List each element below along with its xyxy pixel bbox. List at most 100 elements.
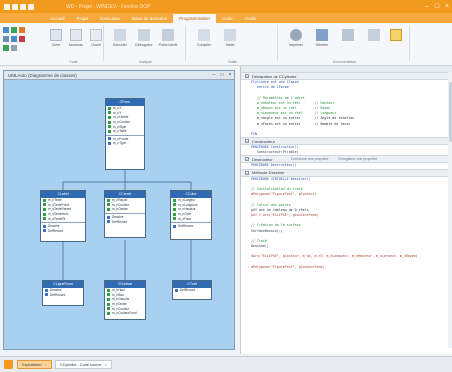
btn-creer[interactable]: Créer bbox=[46, 25, 66, 47]
code-section-header[interactable]: − Constructeur bbox=[241, 137, 452, 146]
code-line: dPolygone("FigureTest", gCouleurFond) bbox=[251, 264, 325, 269]
class-ccube[interactable]: CCube m_nLargeur m_nLongueur m_nHauteur … bbox=[170, 190, 212, 240]
class-name: CSurface bbox=[105, 281, 145, 288]
class-name: CCube bbox=[171, 191, 211, 198]
minimize-icon[interactable]: – bbox=[422, 0, 432, 13]
document-tabs-bar: Exploitation × CCylindre - Code source × bbox=[0, 356, 452, 372]
btn-compiler[interactable]: Compiler bbox=[194, 25, 214, 47]
tab-code[interactable]: Code bbox=[216, 14, 239, 23]
run-icon bbox=[114, 29, 126, 41]
diagram-minimize-icon[interactable]: – bbox=[210, 72, 218, 78]
class-csurface[interactable]: CSurface m_nHaut m_nBas m_nGauche m_nDro… bbox=[104, 280, 146, 320]
close-tab-icon[interactable]: × bbox=[104, 363, 106, 367]
diagram-window: UMLAuto (Diagramme de classes) – □ × CFo… bbox=[3, 70, 235, 350]
btn-highlight[interactable] bbox=[386, 25, 406, 43]
tab-outils[interactable]: Outils bbox=[239, 14, 263, 23]
diagram-canvas[interactable]: CForm m_nX m_nY m_nLibelle m_nCouleur m_… bbox=[4, 80, 234, 349]
add-icon[interactable] bbox=[11, 27, 17, 33]
btn-imprimer[interactable]: Imprimer bbox=[286, 25, 306, 47]
btn-extra-1[interactable] bbox=[338, 25, 358, 43]
class-method: DefRecord bbox=[105, 219, 145, 224]
ribbon-tabs: Accueil Projet Exécution Base de données… bbox=[0, 13, 452, 23]
undo-quick-icon[interactable] bbox=[20, 3, 26, 10]
class-ctrait[interactable]: CTrait DefRecord bbox=[172, 280, 212, 300]
window-title: WD - Projet - WINDEV - Fenêtre OOP bbox=[66, 3, 151, 10]
class-ccercle[interactable]: CCercle m_nRayon m_nCouleur m_nCentre De… bbox=[104, 190, 146, 238]
delete-icon[interactable] bbox=[19, 36, 25, 42]
code-scrollbar[interactable] bbox=[448, 72, 452, 348]
code-section-body[interactable]: PROCÉDURE Constructeur() Constructeur:Pr… bbox=[241, 145, 452, 155]
ribbon-group-documentation: Imprimer Générer Documentation bbox=[280, 25, 410, 64]
new-doc-icon bbox=[70, 29, 82, 41]
btn-generer[interactable]: Générer bbox=[312, 25, 332, 47]
class-method: DefRecord bbox=[43, 293, 83, 298]
ribbon-group-analyse: Exécuter Débogueur Point d'arrêt Analyse bbox=[106, 25, 186, 64]
menu-icon[interactable] bbox=[4, 360, 13, 369]
close-tab-icon[interactable]: × bbox=[45, 363, 47, 367]
ribbon-group-code: Créer Nouveau Ouvrir Code bbox=[44, 25, 106, 64]
search-icon[interactable] bbox=[3, 36, 9, 42]
scrollbar-thumb[interactable] bbox=[448, 82, 452, 142]
btn-debogueur[interactable]: Débogueur bbox=[134, 25, 154, 47]
check-icon[interactable] bbox=[3, 45, 9, 51]
btn-extra-2[interactable] bbox=[364, 25, 384, 43]
collapse-icon[interactable]: − bbox=[245, 139, 249, 144]
btn-ouvrir[interactable]: Ouvrir bbox=[86, 25, 106, 47]
folder-icon[interactable] bbox=[19, 27, 25, 33]
diagram-title: UMLAuto (Diagramme de classes) bbox=[8, 72, 77, 78]
open-icon bbox=[90, 29, 102, 41]
new-icon[interactable] bbox=[3, 27, 9, 33]
diagram-maximize-icon[interactable]: □ bbox=[218, 72, 226, 78]
settings-icon[interactable] bbox=[11, 45, 17, 51]
class-member: m_nFace bbox=[171, 216, 211, 221]
section-tab[interactable]: Construire une propriété bbox=[291, 157, 329, 161]
compile-icon bbox=[198, 29, 210, 41]
section-tab[interactable]: Enregistrer une propriété bbox=[338, 157, 377, 161]
doc-tab-exploitation[interactable]: Exploitation × bbox=[17, 360, 52, 369]
class-member: m_nCouleurFond bbox=[105, 311, 145, 316]
diagram-close-icon[interactable]: × bbox=[226, 72, 234, 78]
class-clignerond[interactable]: CLigneRond Dessine DefRecord bbox=[42, 280, 84, 306]
class-name: CCercle bbox=[105, 191, 145, 198]
btn-nouveau[interactable]: Nouveau bbox=[66, 25, 86, 47]
tab-accueil[interactable]: Accueil bbox=[44, 14, 71, 23]
debug-icon bbox=[138, 29, 150, 41]
print-icon bbox=[290, 29, 302, 41]
class-member: m_nType bbox=[106, 141, 144, 146]
doc-tab-ccylindre-code[interactable]: CCylindre - Code source × bbox=[54, 360, 112, 369]
tab-base-donnees[interactable]: Base de données bbox=[126, 14, 173, 23]
code-section-header[interactable]: − Déclaration de CCylindre bbox=[241, 72, 452, 80]
class-name: CTrait bbox=[173, 281, 211, 288]
class-cform[interactable]: CForm m_nX m_nY m_nLibelle m_nCouleur m_… bbox=[105, 98, 145, 170]
redo-quick-icon[interactable] bbox=[28, 3, 34, 10]
collapse-icon[interactable]: − bbox=[245, 157, 249, 162]
code-section-body[interactable]: CCylindre est une Classe hérite de CForm… bbox=[241, 80, 452, 137]
class-member: m_sTexteFlt bbox=[41, 216, 85, 221]
breakpoint-icon bbox=[162, 29, 174, 41]
tab-projet[interactable]: Projet bbox=[71, 14, 95, 23]
class-clabel[interactable]: CLabel m_nTexte m_sTexteFond m_sTextePar… bbox=[40, 190, 86, 242]
collapse-icon[interactable]: − bbox=[245, 74, 249, 78]
btn-point-arret[interactable]: Point d'arrêt bbox=[158, 25, 178, 47]
btn-tester[interactable]: Tester bbox=[220, 25, 240, 47]
collapse-icon[interactable]: − bbox=[245, 170, 249, 175]
save-quick-icon[interactable] bbox=[12, 3, 18, 10]
maximize-icon[interactable]: □ bbox=[432, 0, 442, 13]
ribbon-group-outils: Compiler Tester Outils bbox=[188, 25, 278, 64]
tool-icon bbox=[342, 29, 354, 41]
app-icon bbox=[4, 3, 10, 10]
highlight-icon bbox=[390, 29, 402, 41]
code-section-header[interactable]: − Méthode Dessiner bbox=[241, 168, 452, 177]
tab-execution[interactable]: Exécution bbox=[94, 14, 126, 23]
code-section-body[interactable]: PROCÉDURE VIRTUELLE Dessiner() // Initia… bbox=[241, 177, 452, 270]
class-method: DefRecord bbox=[41, 229, 85, 234]
link-icon[interactable] bbox=[11, 36, 17, 42]
title-bar: WD - Projet - WINDEV - Fenêtre OOP – □ × bbox=[0, 0, 452, 13]
diagram-title-bar: UMLAuto (Diagramme de classes) – □ × bbox=[4, 71, 234, 80]
class-name: CForm bbox=[106, 99, 144, 106]
code-section-header[interactable]: − Destructeur Construire une propriété E… bbox=[241, 155, 452, 164]
btn-executer[interactable]: Exécuter bbox=[110, 25, 130, 47]
close-icon[interactable]: × bbox=[442, 0, 452, 13]
code-body: − Déclaration de CCylindre CCylindre est… bbox=[241, 72, 452, 270]
tab-programmation[interactable]: Programmation bbox=[173, 14, 216, 23]
